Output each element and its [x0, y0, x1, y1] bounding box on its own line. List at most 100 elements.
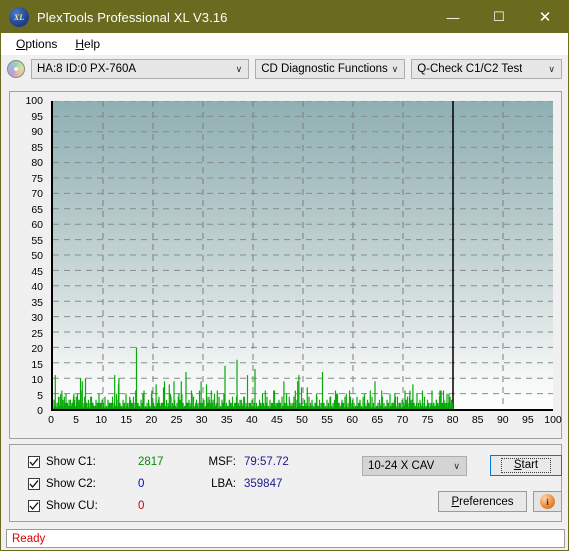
function-select-value: CD Diagnostic Functions	[261, 63, 388, 75]
x-tick-label: 85	[471, 414, 484, 426]
menu-item-help-label: elp	[84, 37, 101, 51]
preferences-button-label: references	[459, 495, 514, 508]
y-tick-label: 20	[31, 342, 43, 355]
c1-error-bars	[53, 101, 453, 409]
start-button-accel: S	[513, 458, 522, 471]
start-button[interactable]: Start	[490, 455, 562, 476]
drive-select[interactable]: HA:8 ID:0 PX-760A ∨	[31, 59, 250, 79]
function-select[interactable]: CD Diagnostic Functions ∨	[255, 59, 406, 79]
start-button-label: tart	[521, 458, 539, 471]
checkbox-icon[interactable]	[28, 478, 40, 490]
y-tick-label: 65	[31, 203, 43, 216]
y-tick-label: 85	[31, 141, 43, 154]
x-tick-label: 55	[321, 414, 333, 426]
cu-value: 0	[138, 500, 145, 512]
x-tick-label: 40	[245, 414, 258, 426]
chevron-down-icon: ∨	[453, 460, 460, 471]
baseline-band	[53, 407, 453, 409]
x-tick-label: 5	[73, 414, 80, 426]
speed-select[interactable]: 10-24 X CAV ∨	[362, 456, 467, 476]
x-tick-label: 20	[145, 414, 158, 426]
cd-disc-icon	[7, 60, 25, 78]
chevron-down-icon: ∨	[391, 63, 399, 74]
checkbox-icon[interactable]	[28, 456, 40, 468]
y-tick-label: 75	[31, 172, 43, 185]
y-tick-label: 55	[31, 234, 43, 247]
plot-canvas	[51, 101, 553, 411]
x-tick-label: 30	[195, 414, 208, 426]
y-tick-label: 45	[31, 265, 43, 278]
x-tick-label: 75	[421, 414, 434, 426]
y-tick-label: 50	[31, 249, 43, 262]
y-tick-label: 0	[37, 404, 43, 417]
test-select-value: Q-Check C1/C2 Test	[417, 63, 523, 75]
drive-select-value: HA:8 ID:0 PX-760A	[37, 63, 137, 75]
info-button[interactable]: i	[533, 491, 562, 512]
y-tick-label: 70	[31, 187, 43, 200]
lba-value: 359847	[244, 478, 283, 490]
speed-select-value: 10-24 X CAV	[368, 460, 435, 472]
y-tick-label: 10	[31, 373, 43, 386]
x-tick-label: 80	[446, 414, 459, 426]
x-tick-label: 90	[496, 414, 509, 426]
x-tick-label: 65	[371, 414, 384, 426]
msf-value: 79:57.72	[244, 456, 289, 468]
show-c2-row[interactable]: Show C2: 0	[28, 478, 144, 490]
msf-label: MSF:	[208, 456, 236, 468]
x-tick-label: 50	[296, 414, 308, 426]
chart-panel: 0 5 10 15 20 25 30 35 40 45 50 55 60 65 70 75 80 85 90 95 10…	[9, 91, 562, 439]
y-tick-label: 90	[31, 125, 43, 138]
menu-item-options-label: ptions	[25, 37, 58, 51]
maximize-icon[interactable]: ☐	[476, 1, 522, 33]
x-tick-label: 25	[170, 414, 183, 426]
preferences-button[interactable]: Preferences	[438, 491, 527, 512]
plextools-window: XL PlexTools Professional XL V3.16 — ☐ ✕…	[0, 0, 569, 551]
x-tick-label: 95	[522, 414, 534, 426]
y-tick-label: 80	[31, 156, 43, 169]
lba-row: LBA: 359847	[202, 478, 282, 490]
x-tick-label: 45	[271, 414, 283, 426]
x-tick-label: 0	[48, 414, 54, 426]
y-tick-label: 100	[25, 94, 43, 107]
toolbar: HA:8 ID:0 PX-760A ∨ CD Diagnostic Functi…	[1, 55, 568, 83]
plot-area	[51, 101, 553, 411]
x-tick-label: 70	[396, 414, 409, 426]
y-tick-label: 60	[31, 218, 43, 231]
y-tick-label: 35	[31, 296, 43, 309]
show-c1-row[interactable]: Show C1: 2817	[28, 456, 164, 468]
y-tick-label: 40	[31, 280, 43, 293]
menu-bar: Options Help	[1, 33, 568, 55]
x-tick-label: 100	[544, 414, 562, 426]
status-bar: Ready	[6, 529, 565, 548]
y-tick-label: 30	[31, 311, 43, 324]
y-tick-label: 25	[31, 327, 43, 340]
menu-item-help[interactable]: Help	[66, 35, 109, 53]
c1-value: 2817	[138, 456, 164, 468]
close-icon[interactable]: ✕	[522, 1, 568, 33]
show-c1-label: Show C1:	[46, 456, 96, 468]
test-select[interactable]: Q-Check C1/C2 Test ∨	[411, 59, 562, 79]
title-bar: XL PlexTools Professional XL V3.16 — ☐ ✕	[1, 1, 568, 33]
status-text: Ready	[12, 532, 46, 545]
x-tick-label: 60	[346, 414, 359, 426]
menu-item-options[interactable]: Options	[7, 35, 66, 53]
show-cu-row[interactable]: Show CU: 0	[28, 500, 144, 512]
chevron-down-icon: ∨	[548, 63, 555, 74]
y-tick-label: 5	[37, 389, 43, 402]
x-axis-labels: 0 5 10 15 20 25 30 35 40 45 50 55 60 65 70 75 80 85 90 95 10…	[48, 414, 562, 430]
preferences-button-accel: P	[451, 495, 460, 508]
show-cu-label: Show CU:	[46, 500, 98, 512]
results-panel: Show C1: 2817 Show C2: 0 Show CU: 0 MSF:…	[9, 444, 562, 522]
xl-app-icon: XL	[9, 7, 29, 27]
c2-value: 0	[138, 478, 145, 490]
x-tick-label: 35	[220, 414, 233, 426]
window-controls: — ☐ ✕	[430, 1, 568, 33]
info-icon: i	[540, 494, 555, 509]
lba-label: LBA:	[211, 478, 236, 490]
minimize-icon[interactable]: —	[430, 1, 476, 33]
x-tick-label: 15	[120, 414, 133, 426]
y-tick-label: 95	[31, 110, 43, 123]
checkbox-icon[interactable]	[28, 500, 40, 512]
y-tick-label: 15	[31, 358, 43, 371]
y-axis-labels: 0 5 10 15 20 25 30 35 40 45 50 55 60 65 70 75 80 85 90 95 10…	[10, 96, 47, 416]
